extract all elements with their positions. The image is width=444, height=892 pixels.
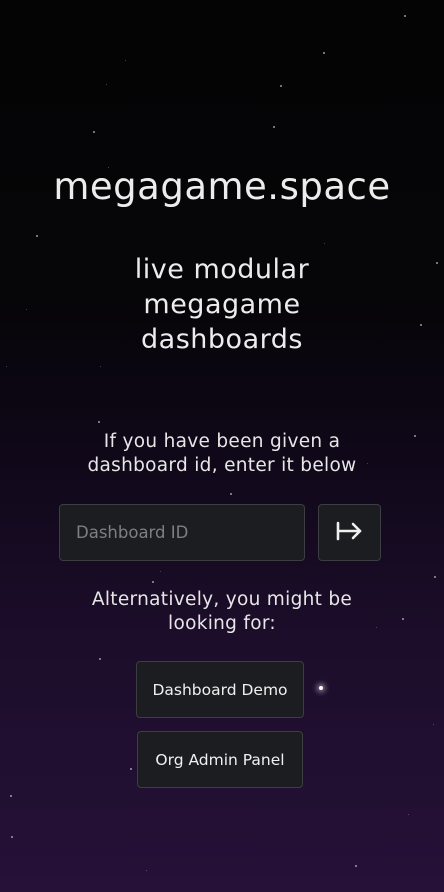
star xyxy=(323,52,325,54)
tagline-line: live modular xyxy=(134,254,310,285)
star xyxy=(125,60,126,61)
alternatives-line: Alternatively, you might be xyxy=(91,589,353,610)
dashboard-id-instruction: If you have been given a dashboard id, e… xyxy=(0,430,444,478)
star xyxy=(93,131,95,133)
star xyxy=(355,865,357,867)
instruction-line: If you have been given a xyxy=(103,431,341,452)
star xyxy=(100,366,101,367)
star xyxy=(146,870,147,871)
star xyxy=(130,768,132,770)
star xyxy=(230,493,232,495)
star xyxy=(10,795,12,797)
star xyxy=(160,571,161,572)
instruction-line: dashboard id, enter it below xyxy=(87,455,357,476)
tagline-line: dashboards xyxy=(141,324,303,355)
star xyxy=(98,421,100,423)
arrow-right-to-bar-icon xyxy=(336,521,364,544)
star xyxy=(434,576,436,578)
star xyxy=(408,814,409,815)
star xyxy=(404,15,406,17)
star xyxy=(6,366,7,367)
dashboard-demo-button[interactable]: Dashboard Demo xyxy=(136,661,304,718)
org-admin-panel-button[interactable]: Org Admin Panel xyxy=(137,731,303,788)
tagline: live modular megagame dashboards xyxy=(0,252,444,357)
star xyxy=(319,686,323,690)
alternatives-line: looking for: xyxy=(168,613,276,634)
star xyxy=(152,581,154,583)
dashboard-id-input[interactable] xyxy=(59,504,305,561)
tagline-line: megagame xyxy=(143,289,301,320)
star xyxy=(36,235,38,237)
star xyxy=(11,836,13,838)
star xyxy=(280,85,282,87)
submit-dashboard-id-button[interactable] xyxy=(318,504,381,561)
site-title: megagame.space xyxy=(53,165,391,208)
star xyxy=(433,724,434,725)
star xyxy=(99,658,101,660)
star xyxy=(324,243,325,244)
star xyxy=(106,84,107,85)
star xyxy=(273,126,275,128)
alternatives-text: Alternatively, you might be looking for: xyxy=(0,588,444,636)
